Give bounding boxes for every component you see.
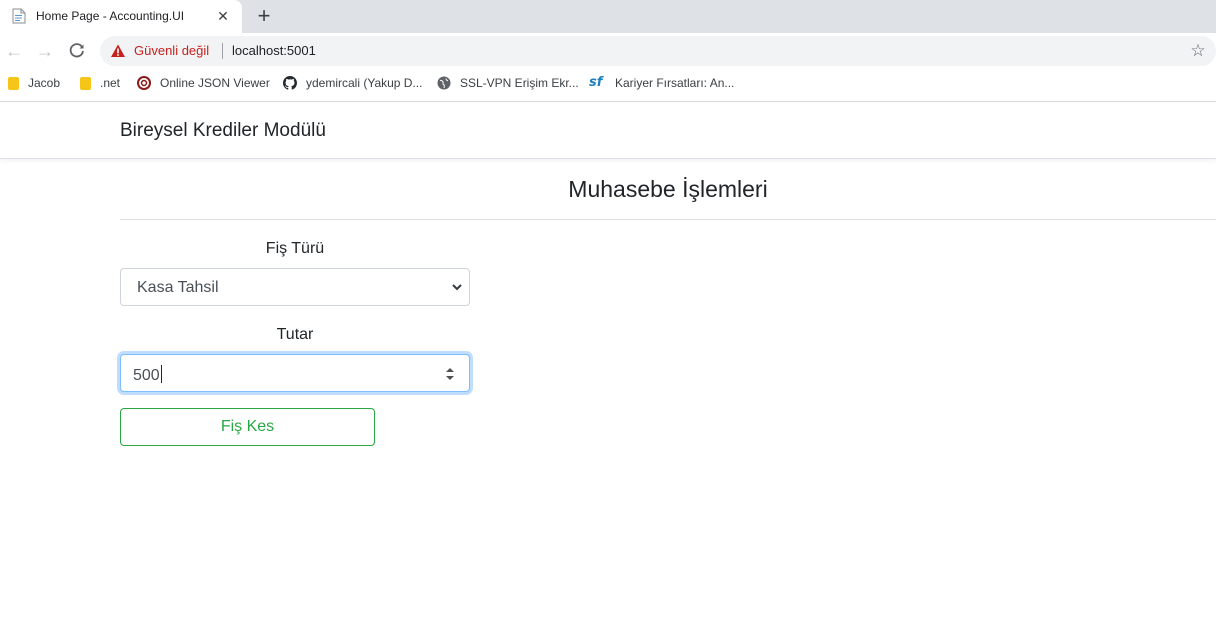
plus-icon[interactable]: + [253, 5, 275, 27]
issue-receipt-button[interactable]: Fiş Kes [120, 408, 375, 446]
receipt-type-select[interactable]: Kasa Tahsil [120, 268, 470, 306]
close-icon[interactable]: ✕ [215, 8, 231, 24]
forward-arrow-icon[interactable]: → [35, 41, 55, 61]
receipt-type-label: Fiş Türü [265, 240, 325, 257]
bookmarks-bar: Jacob .net Online JSON Viewer ydemircali… [0, 69, 1216, 97]
url-text[interactable]: localhost:5001 [232, 43, 316, 58]
bookmark-label: Jacob [28, 76, 61, 90]
bookmark-label: .net [100, 76, 121, 90]
folder-icon [80, 76, 91, 90]
bookmark-ssl-vpn[interactable]: SSL-VPN Erişim Ekr... [437, 74, 579, 92]
browser-tab[interactable]: Home Page - Accounting.UI ✕ [0, 0, 242, 33]
page-title: Muhasebe İşlemleri [568, 176, 768, 202]
bookmark-json-viewer[interactable]: Online JSON Viewer [137, 74, 270, 92]
navbar-brand[interactable]: Bireysel Krediler Modülü [120, 120, 326, 142]
tab-strip: Home Page - Accounting.UI ✕ + [0, 0, 1216, 33]
star-icon[interactable]: ☆ [1189, 42, 1207, 60]
bookmark-github[interactable]: ydemircali (Yakup D... [283, 74, 422, 92]
amount-input[interactable]: 500 [120, 354, 470, 392]
bookmark-label: Kariyer Fırsatları: An... [615, 76, 735, 90]
address-bar[interactable]: Güvenli değil localhost:5001 ☆ [100, 36, 1216, 66]
title-divider [120, 219, 1216, 220]
security-label[interactable]: Güvenli değil [134, 43, 209, 58]
bookmark-dotnet[interactable]: .net [80, 74, 120, 92]
bookmark-jacob[interactable]: Jacob [8, 74, 60, 92]
bookmark-label: ydemircali (Yakup D... [306, 76, 423, 90]
bookmark-label: Online JSON Viewer [160, 76, 270, 90]
sf-icon: sf [589, 75, 603, 90]
amount-label: Tutar [276, 326, 314, 343]
amount-text: 500 [133, 367, 160, 384]
browser-toolbar: ← → Güvenli değil localhost:5001 ☆ [0, 33, 1216, 69]
folder-icon [8, 76, 19, 90]
amount-value: 500 [133, 365, 162, 385]
back-arrow-icon[interactable]: ← [4, 41, 24, 61]
receipt-type-value: Kasa Tahsil [137, 279, 219, 296]
omnibox-divider [222, 43, 223, 59]
globe-icon [437, 76, 451, 90]
bookmark-label: SSL-VPN Erişim Ekr... [460, 76, 579, 90]
bookmark-kariyer[interactable]: sf Kariyer Fırsatları: An... [589, 74, 734, 92]
page-icon [12, 8, 26, 24]
warning-icon[interactable] [110, 43, 126, 59]
number-spinner-icon[interactable] [445, 365, 455, 383]
text-caret [160, 365, 162, 383]
navbar: Bireysel Krediler Modülü [0, 102, 1216, 159]
json-viewer-icon [137, 76, 151, 90]
tab-title: Home Page - Accounting.UI [36, 9, 185, 23]
reload-icon[interactable] [68, 42, 86, 60]
chevron-down-icon [452, 284, 462, 291]
github-icon [283, 76, 297, 90]
